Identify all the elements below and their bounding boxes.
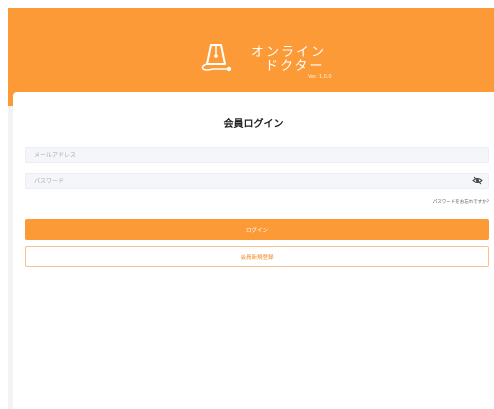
brand-name-line2: ドクター xyxy=(265,59,325,74)
login-card: 会員ログイン パスワードをお忘れですか? ログイン 会員新規登録 xyxy=(13,92,494,409)
forgot-password-link[interactable]: パスワードをお忘れですか? xyxy=(433,199,489,205)
page-title: 会員ログイン xyxy=(223,119,284,130)
password-input[interactable] xyxy=(25,173,489,189)
register-button[interactable]: 会員新規登録 xyxy=(25,246,489,267)
version-label: Ver. 1.0.0 xyxy=(308,74,332,80)
login-button[interactable]: ログイン xyxy=(25,219,489,240)
app-logo-icon xyxy=(201,44,232,72)
eye-slash-icon[interactable] xyxy=(472,176,483,185)
email-input[interactable] xyxy=(25,147,489,163)
brand-name-line1: オンライン xyxy=(251,45,327,60)
